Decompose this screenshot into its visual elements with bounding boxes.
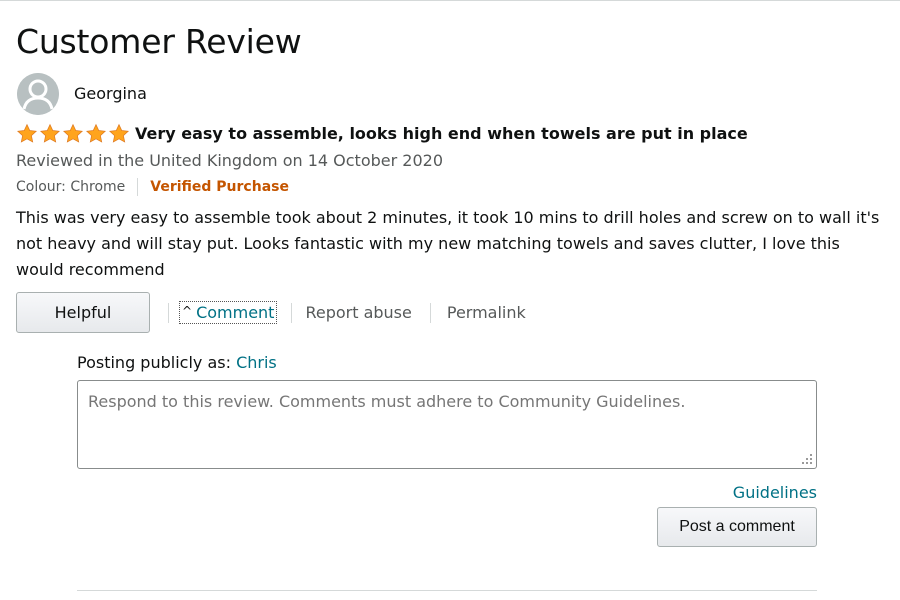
posting-as: Posting publicly as: Chris [77,353,277,372]
chevron-up-icon: ^ [182,303,193,318]
star-rating[interactable] [16,123,130,145]
posting-as-label: Posting publicly as: [77,353,231,372]
report-abuse-link[interactable]: Report abuse [305,303,411,322]
reviewer-avatar [17,73,59,115]
review-actions: Helpful ^ Comment Report abuse Permalink [16,292,526,333]
divider [291,302,293,323]
comment-box [77,380,817,469]
comment-textarea[interactable] [78,381,816,468]
permalink-link[interactable]: Permalink [447,303,526,322]
review-format-row: Colour: Chrome Verified Purchase [16,178,289,196]
review-title[interactable]: Very easy to assemble, looks high end wh… [135,124,748,143]
star-icon [62,123,84,143]
reviewer-name[interactable]: Georgina [74,84,147,103]
page-title: Customer Review [16,22,302,61]
bottom-divider [77,590,817,591]
post-comment-button[interactable]: Post a comment [657,507,817,547]
product-colour[interactable]: Colour: Chrome [16,179,125,195]
verified-purchase-badge: Verified Purchase [150,179,289,195]
divider [168,302,169,323]
star-icon [16,123,38,143]
review-body: This was very easy to assemble took abou… [16,208,880,279]
star-icon [108,123,130,143]
comment-link[interactable]: ^ Comment [178,301,278,324]
divider [429,302,431,323]
resize-grip-icon[interactable] [801,453,813,465]
divider [137,178,139,196]
review-date: Reviewed in the United Kingdom on 14 Oct… [16,151,443,170]
posting-as-user-link[interactable]: Chris [236,353,277,372]
helpful-button[interactable]: Helpful [16,292,150,333]
user-avatar-icon [17,73,59,115]
comment-label: Comment [196,303,275,322]
star-icon [85,123,107,143]
top-divider [0,0,900,1]
guidelines-link[interactable]: Guidelines [733,483,817,502]
star-icon [39,123,61,143]
